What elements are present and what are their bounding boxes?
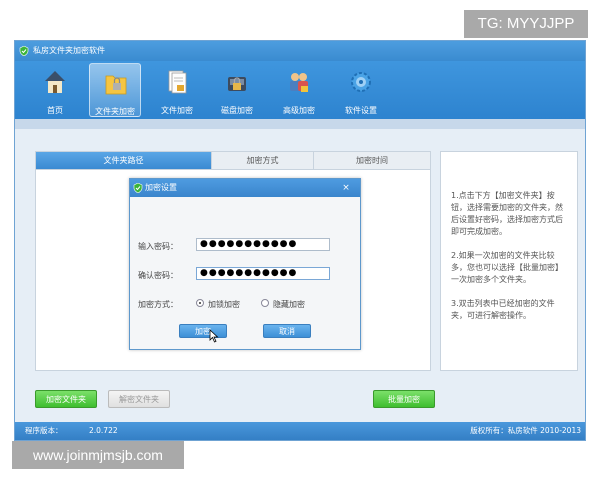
disk-lock-icon: [228, 77, 246, 91]
close-icon[interactable]: ×: [338, 179, 354, 197]
app-window: 私房文件夹加密软件 首页 文件夹加密 文件加密 磁盘加密 高级加密 软件设置 文…: [14, 40, 586, 441]
gear-icon: [351, 72, 371, 92]
title-bar: 私房文件夹加密软件: [15, 41, 585, 61]
decrypt-folder-button[interactable]: 解密文件夹: [108, 390, 170, 408]
password-field[interactable]: ●●●●●●●●●●●: [196, 238, 330, 251]
password-label: 输入密码：: [138, 242, 178, 251]
batch-encrypt-button[interactable]: 批量加密: [373, 390, 435, 408]
tab-encrypt-time[interactable]: 加密时间: [314, 152, 430, 169]
version-value: 2.0.722: [89, 426, 118, 435]
status-bar: 程序版本： 2.0.722 版权所有：私房软件 2010-2013: [15, 422, 585, 440]
folder-lock-icon: [105, 75, 127, 95]
content-divider: [15, 119, 585, 129]
confirm-password-label: 确认密码：: [138, 271, 178, 280]
tool-disk-encrypt[interactable]: 磁盘加密: [211, 63, 263, 117]
radio-hide-encrypt-label: 隐藏加密: [273, 300, 305, 309]
version-label: 程序版本：: [25, 426, 63, 435]
home-icon: [45, 71, 65, 93]
tool-label: 高级加密: [283, 106, 315, 115]
help-text-1: 1.点击下方【加密文件夹】按钮，选择需要加密的文件夹，然后设置好密码，选择加密方…: [451, 191, 563, 236]
encrypt-folder-button[interactable]: 加密文件夹: [35, 390, 97, 408]
tool-advanced-encrypt[interactable]: 高级加密: [273, 63, 325, 117]
mouse-cursor-icon: [209, 329, 219, 343]
column-tabs: 文件夹路径 加密方式 加密时间: [36, 152, 430, 170]
help-text-3: 3.双击列表中已经加密的文件夹，可进行解密操作。: [451, 299, 555, 320]
copyright-text: 版权所有：私房软件 2010-2013: [470, 426, 581, 435]
tool-folder-encrypt[interactable]: 文件夹加密: [89, 63, 141, 117]
window-title: 私房文件夹加密软件: [33, 46, 105, 55]
tab-encrypt-method[interactable]: 加密方式: [212, 152, 314, 169]
tool-home[interactable]: 首页: [29, 63, 81, 117]
tool-settings[interactable]: 软件设置: [335, 63, 387, 117]
confirm-password-field[interactable]: ●●●●●●●●●●●: [196, 267, 330, 280]
encrypt-settings-dialog: 加密设置 × 输入密码： ●●●●●●●●●●● 确认密码： ●●●●●●●●●…: [129, 178, 361, 350]
tool-label: 文件夹加密: [95, 107, 135, 116]
url-watermark: www.joinmjmsjb.com: [12, 441, 184, 469]
dialog-encrypt-button[interactable]: 加密: [179, 324, 227, 338]
shield-icon: [133, 183, 143, 193]
tab-folder-path[interactable]: 文件夹路径: [36, 152, 212, 169]
radio-hide-encrypt[interactable]: [261, 299, 269, 307]
method-label: 加密方式：: [138, 300, 178, 309]
tool-label: 首页: [47, 106, 63, 115]
dialog-title-bar: 加密设置 ×: [130, 179, 360, 197]
help-text-2: 2.如果一次加密的文件夹比较多，您也可以选择【批量加密】一次加密多个文件夹。: [451, 251, 563, 284]
tool-file-encrypt[interactable]: 文件加密: [151, 63, 203, 117]
help-panel: 1.点击下方【加密文件夹】按钮，选择需要加密的文件夹，然后设置好密码，选择加密方…: [440, 151, 578, 371]
radio-lock-encrypt-label: 加锁加密: [208, 300, 240, 309]
dialog-cancel-button[interactable]: 取消: [263, 324, 311, 338]
file-lock-icon: [168, 70, 187, 94]
tg-watermark: TG: MYYJJPP: [464, 10, 588, 38]
advanced-lock-icon: [290, 73, 308, 92]
radio-lock-encrypt[interactable]: [196, 299, 204, 307]
tool-label: 软件设置: [345, 106, 377, 115]
tool-label: 文件加密: [161, 106, 193, 115]
shield-icon: [19, 46, 29, 56]
dialog-title: 加密设置: [145, 183, 177, 192]
main-toolbar: 首页 文件夹加密 文件加密 磁盘加密 高级加密 软件设置: [15, 61, 585, 119]
tool-label: 磁盘加密: [221, 106, 253, 115]
